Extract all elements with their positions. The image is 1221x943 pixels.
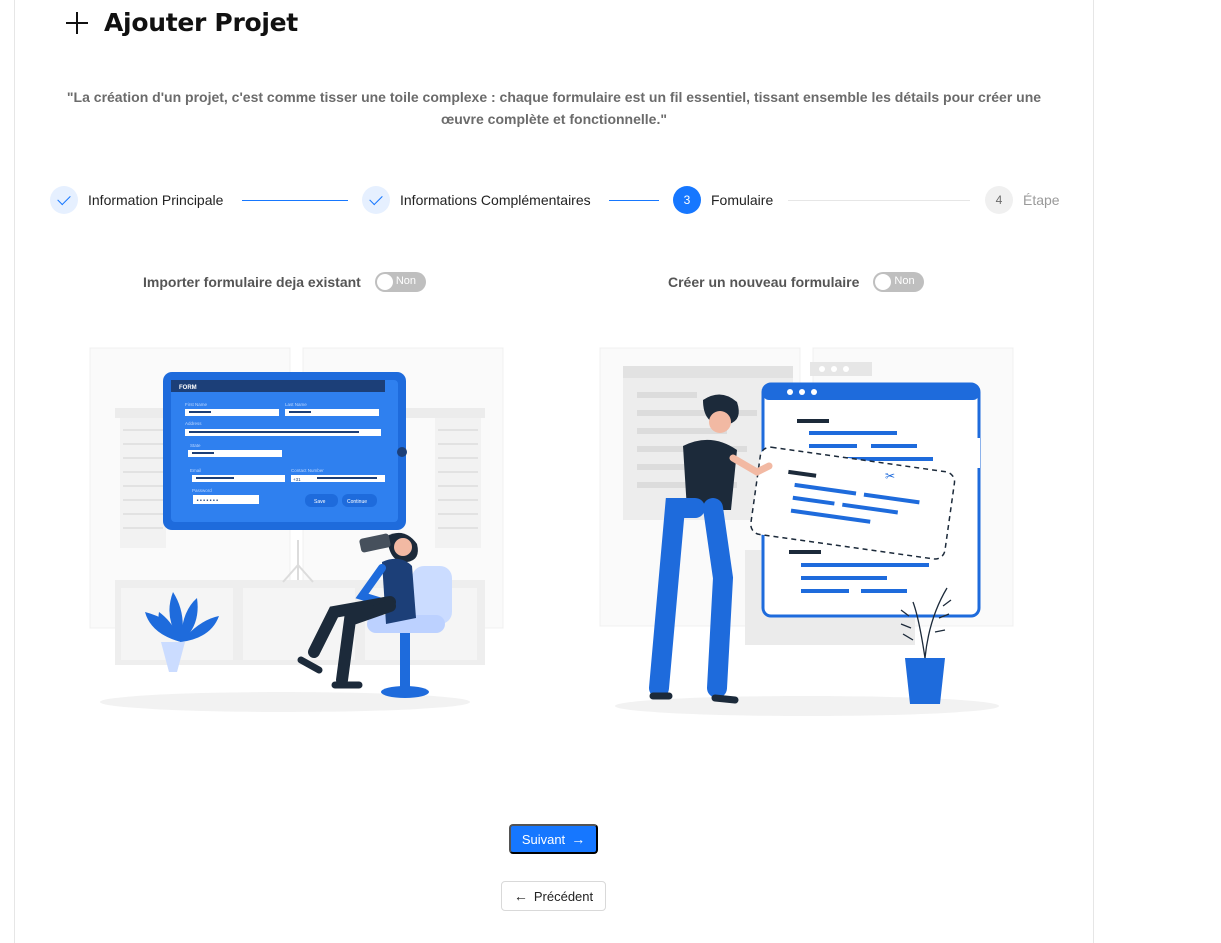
page-header: Ajouter Projet: [64, 8, 298, 37]
step-connector: [242, 200, 348, 201]
form-illustration-header: FORM: [179, 385, 197, 391]
step-informations-complementaires[interactable]: Informations Complémentaires: [362, 186, 591, 214]
create-form-illustration: ✂: [599, 347, 1014, 716]
country-code: +31: [293, 477, 301, 482]
progress-stepper: Information Principale Informations Comp…: [50, 186, 1060, 216]
intro-quote: "La création d'un projet, c'est comme ti…: [66, 89, 1042, 127]
save-label: Save: [314, 499, 326, 505]
step-done-indicator: [362, 186, 390, 214]
step-done-indicator: [50, 186, 78, 214]
step-number: 3: [673, 186, 701, 214]
previous-button-label: Précédent: [533, 888, 594, 904]
previous-button[interactable]: ← Précédent: [501, 881, 606, 911]
email-label: Email: [190, 468, 201, 473]
page-title: Ajouter Projet: [104, 8, 298, 37]
next-button-label: Suivant: [521, 831, 566, 847]
step-label: Informations Complémentaires: [400, 192, 591, 208]
step-label: Étape: [1023, 192, 1060, 208]
state-label: State: [190, 443, 201, 448]
create-form-label: Créer un nouveau formulaire: [668, 274, 860, 290]
continue-label: Continue: [347, 499, 367, 505]
check-icon: [369, 191, 383, 206]
password-mask: •••••••: [196, 498, 219, 504]
step-connector: [609, 200, 659, 201]
step-etape[interactable]: 4 Étape: [985, 186, 1060, 214]
switch-text: Non: [894, 275, 915, 287]
plus-icon: [64, 10, 90, 36]
first-name-label: First Name: [185, 402, 207, 407]
scissors-icon: ✂: [885, 469, 895, 483]
step-label: Fomulaire: [711, 192, 774, 208]
step-connector: [788, 200, 970, 201]
step-information-principale[interactable]: Information Principale: [50, 186, 223, 214]
switch-knob: [875, 274, 892, 290]
create-form-switch[interactable]: Non: [873, 272, 925, 292]
next-button[interactable]: Suivant →: [509, 824, 598, 854]
last-name-label: Last Name: [285, 402, 307, 407]
check-icon: [57, 191, 71, 206]
step-number: 4: [985, 186, 1013, 214]
arrow-left-icon: ←: [513, 888, 528, 904]
import-form-option: Importer formulaire deja existant Non: [143, 272, 426, 292]
import-form-illustration: FORM First Name Last Name Address State …: [89, 347, 504, 712]
contact-label: Contact Number: [291, 468, 324, 473]
address-label: Address: [185, 421, 202, 426]
step-label: Information Principale: [88, 192, 224, 208]
step-formulaire[interactable]: 3 Fomulaire: [673, 186, 773, 214]
switch-text: Non: [395, 275, 417, 287]
password-label: Password: [192, 488, 212, 493]
switch-knob: [376, 274, 393, 290]
import-form-switch[interactable]: Non: [374, 272, 426, 292]
import-form-label: Importer formulaire deja existant: [143, 274, 361, 290]
create-form-option: Créer un nouveau formulaire Non: [668, 272, 925, 292]
arrow-right-icon: →: [571, 831, 586, 847]
